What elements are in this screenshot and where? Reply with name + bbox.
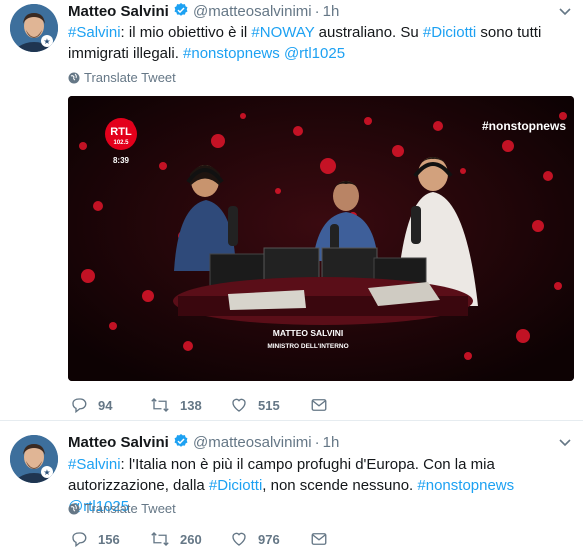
translate-tweet-link[interactable]: Translate Tweet [68,70,176,85]
caret-down-icon[interactable] [559,436,571,450]
like-count: 976 [258,532,280,547]
tweet-2[interactable]: ★ Matteo Salvini @matteosalvinimi · 1h #Sa… [0,421,583,554]
hashtag-diciotti[interactable]: #Diciotti [423,24,476,41]
like-button[interactable]: 976 [230,530,280,548]
hashtag-salvini[interactable]: #Salvini [68,456,121,473]
tweet-1[interactable]: ★ Matteo Salvini @matteosalvinimi · 1h #Sa… [0,0,583,421]
hashtag-noway[interactable]: #NOWAY [251,24,314,41]
retweet-button[interactable]: 138 [150,396,202,414]
caption-name: MATTEO SALVINI [273,328,344,338]
caret-down-icon[interactable] [559,5,571,19]
reply-button[interactable]: 156 [70,530,120,548]
hashtag-diciotti[interactable]: #Diciotti [209,477,262,494]
reply-icon [72,398,87,414]
globe-icon [68,501,84,516]
direct-message-button[interactable] [310,530,338,548]
tweet-text: #Salvini: il mio obiettivo è il #NOWAY a… [68,24,542,62]
broadcast-clock: 8:39 [113,156,130,165]
retweet-count: 138 [180,398,202,413]
svg-text:★: ★ [43,468,50,477]
mention-rtl1025[interactable]: @rtl1025 [284,45,345,62]
tweet-time[interactable]: 1h [323,3,340,20]
avatar[interactable]: ★ [10,435,58,483]
hashtag-nonstopnews[interactable]: #nonstopnews [183,45,280,62]
globe-icon [68,70,84,85]
translate-tweet-link[interactable]: Translate Tweet [68,501,176,516]
retweet-icon [151,398,169,412]
verified-badge-icon [173,433,189,455]
tweet-time[interactable]: 1h [323,434,340,451]
like-icon [232,532,246,546]
message-icon [311,533,327,545]
like-button[interactable]: 515 [230,396,280,414]
verified-badge-icon [173,2,189,24]
reply-icon [72,532,87,548]
svg-text:★: ★ [43,37,50,46]
tweet-header: Matteo Salvini @matteosalvinimi · 1h [68,433,339,455]
author-name[interactable]: Matteo Salvini [68,3,169,20]
avatar[interactable]: ★ [10,4,58,52]
rtl-logo-text: RTL [110,126,132,138]
retweet-count: 260 [180,532,202,547]
hashtag-salvini[interactable]: #Salvini [68,24,121,41]
author-handle[interactable]: @matteosalvinimi [193,434,312,451]
reply-count: 94 [98,398,113,413]
channel-hashtag: #nonstopnews [482,119,566,133]
message-icon [311,399,327,411]
reply-button[interactable]: 94 [70,396,112,414]
author-name[interactable]: Matteo Salvini [68,434,169,451]
hashtag-nonstopnews[interactable]: #nonstopnews [417,477,514,494]
retweet-icon [151,532,169,546]
like-icon [232,398,246,412]
like-count: 515 [258,398,280,413]
direct-message-button[interactable] [310,396,338,414]
tweet-header: Matteo Salvini @matteosalvinimi · 1h [68,2,339,24]
reply-count: 156 [98,532,120,547]
author-handle[interactable]: @matteosalvinimi [193,3,312,20]
caption-role: MINISTRO DELL'INTERNO [267,343,348,350]
tweet-media-video[interactable]: RTL 102.5 8:39 #nonstopnews MATTEO SALVI… [68,96,574,381]
rtl-logo-frequency: 102.5 [113,140,129,146]
retweet-button[interactable]: 260 [150,530,202,548]
